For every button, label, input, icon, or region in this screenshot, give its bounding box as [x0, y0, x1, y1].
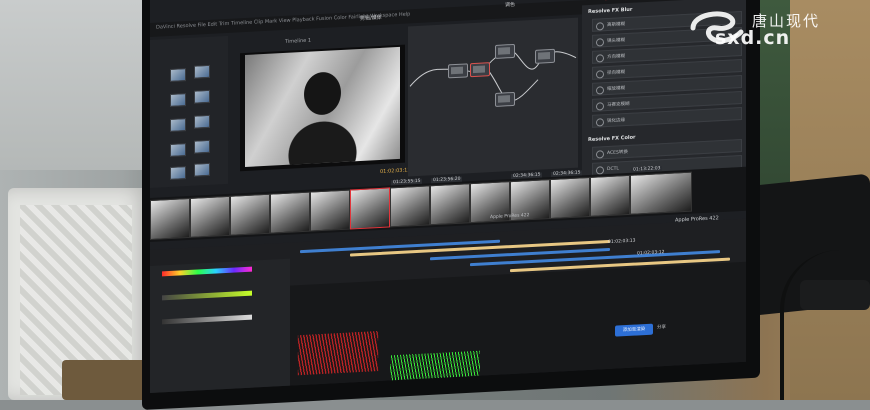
media-thumbnail[interactable]	[194, 90, 210, 104]
luminance-slider[interactable]	[162, 315, 252, 325]
clip-timecode: 02:34:36:15	[551, 170, 582, 177]
media-thumbnail[interactable]	[194, 115, 210, 129]
media-thumbnail[interactable]	[170, 93, 186, 107]
media-pool	[150, 36, 228, 188]
wall	[0, 0, 150, 170]
node-connections	[408, 18, 578, 177]
viewer-frame-image	[245, 47, 400, 167]
cable	[780, 250, 870, 400]
fx-icon	[596, 86, 604, 94]
fx-icon	[596, 118, 604, 126]
saturation-slider[interactable]	[162, 291, 252, 301]
fx-icon	[596, 102, 604, 110]
clip-thumbnail[interactable]: 01:23:55:15	[390, 185, 430, 227]
media-thumbnail[interactable]	[170, 143, 186, 157]
fx-icon	[596, 22, 604, 30]
add-to-render-button[interactable]: 添加至渲染	[615, 324, 653, 337]
viewer-timecode: 01:02:03:13	[380, 167, 411, 175]
fx-icon	[596, 38, 604, 46]
color-node[interactable]	[535, 49, 555, 64]
clip-timecode: 02:34:36:15	[511, 172, 542, 179]
tab-edit[interactable]: 剪辑/媒体	[360, 14, 382, 22]
clip-thumbnail[interactable]	[190, 196, 230, 238]
media-thumbnail[interactable]	[194, 65, 210, 79]
clip-thumbnail[interactable]: 02:34:36:15	[550, 177, 590, 219]
clip-timecode: 01:13:22:03	[631, 166, 662, 173]
media-thumbnail[interactable]	[170, 166, 186, 180]
media-thumbnail[interactable]	[194, 163, 210, 177]
fx-section-title: Resolve FX Color	[588, 135, 636, 143]
color-node[interactable]	[448, 63, 468, 78]
clip-thumbnail[interactable]	[230, 194, 270, 236]
clip-thumbnail[interactable]	[150, 198, 190, 240]
clip-thumbnail[interactable]: 01:23:56:20	[430, 183, 470, 225]
clip-timecode: 01:23:55:15	[391, 179, 422, 186]
hue-slider[interactable]	[162, 267, 252, 277]
monitor-screen: DaVinci Resolve File Edit Trim Timeline …	[150, 0, 746, 393]
clip-thumbnail[interactable]	[590, 175, 630, 217]
fx-icon	[596, 54, 604, 62]
fx-icon	[596, 70, 604, 78]
color-node[interactable]	[495, 92, 515, 107]
watermark-domain: sxd.cn	[715, 27, 790, 49]
clip-thumbnail[interactable]	[350, 187, 390, 229]
color-wheels-panel	[150, 259, 290, 393]
media-thumbnail[interactable]	[170, 118, 186, 132]
clip-thumbnail[interactable]	[270, 192, 310, 234]
clip-thumbnail[interactable]	[310, 190, 350, 232]
scope-red-trace	[298, 331, 378, 375]
color-node[interactable]	[470, 62, 490, 77]
clip-thumbnail[interactable]: 01:13:22:03	[630, 172, 692, 215]
media-thumbnail[interactable]	[194, 140, 210, 154]
media-thumbnail[interactable]	[170, 68, 186, 82]
fx-section-title: Resolve FX Blur	[588, 7, 632, 15]
share-label[interactable]: 分享	[657, 324, 666, 330]
clip-timecode: 01:23:56:20	[431, 177, 462, 184]
color-node[interactable]	[495, 44, 515, 59]
viewer-title: Timeline 1	[285, 38, 311, 45]
fx-icon	[596, 150, 604, 158]
tab-color[interactable]: 调色	[505, 1, 515, 9]
